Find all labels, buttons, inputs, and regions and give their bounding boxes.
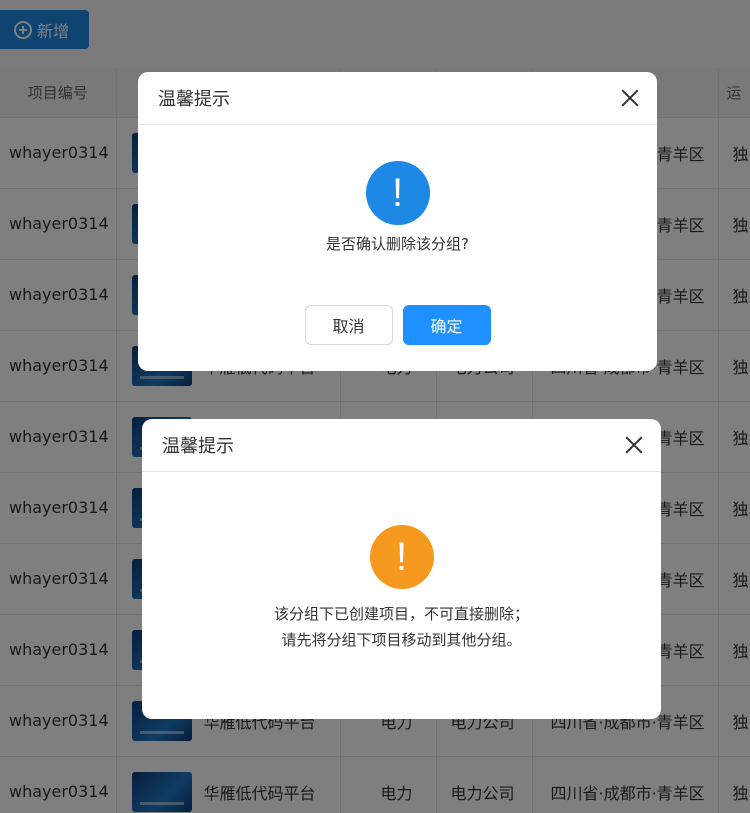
confirm-delete-dialog: 温馨提示 ! 是否确认删除该分组? 取消 确定 <box>138 72 657 371</box>
dialog-message: 是否确认删除该分组? <box>326 235 469 253</box>
dialog-title: 温馨提示 <box>162 436 234 457</box>
dialog-message: 该分组下已创建项目，不可直接删除； 请先将分组下项目移动到其他分组。 <box>142 601 661 653</box>
warning-dialog: 温馨提示 ! 该分组下已创建项目，不可直接删除； 请先将分组下项目移动到其他分组… <box>142 419 661 719</box>
close-icon[interactable] <box>625 436 643 454</box>
confirm-button[interactable]: 确定 <box>402 305 491 345</box>
cancel-button[interactable]: 取消 <box>304 305 393 345</box>
dialog-actions: 取消 确定 <box>138 305 657 345</box>
page: 新增 项目编号 运 whayer0314华雁低代码平台电力电力公司四川省·成都市… <box>0 0 750 813</box>
dialog-title: 温馨提示 <box>158 89 230 110</box>
exclamation-icon: ! <box>369 525 434 589</box>
dialog-header: 温馨提示 <box>142 419 661 472</box>
close-icon[interactable] <box>621 89 639 107</box>
dialog-header: 温馨提示 <box>138 72 657 125</box>
dialog-message-line1: 该分组下已创建项目，不可直接删除； <box>273 605 529 623</box>
exclamation-icon: ! <box>365 161 430 225</box>
dialog-message-line2: 请先将分组下项目移动到其他分组。 <box>281 631 522 649</box>
